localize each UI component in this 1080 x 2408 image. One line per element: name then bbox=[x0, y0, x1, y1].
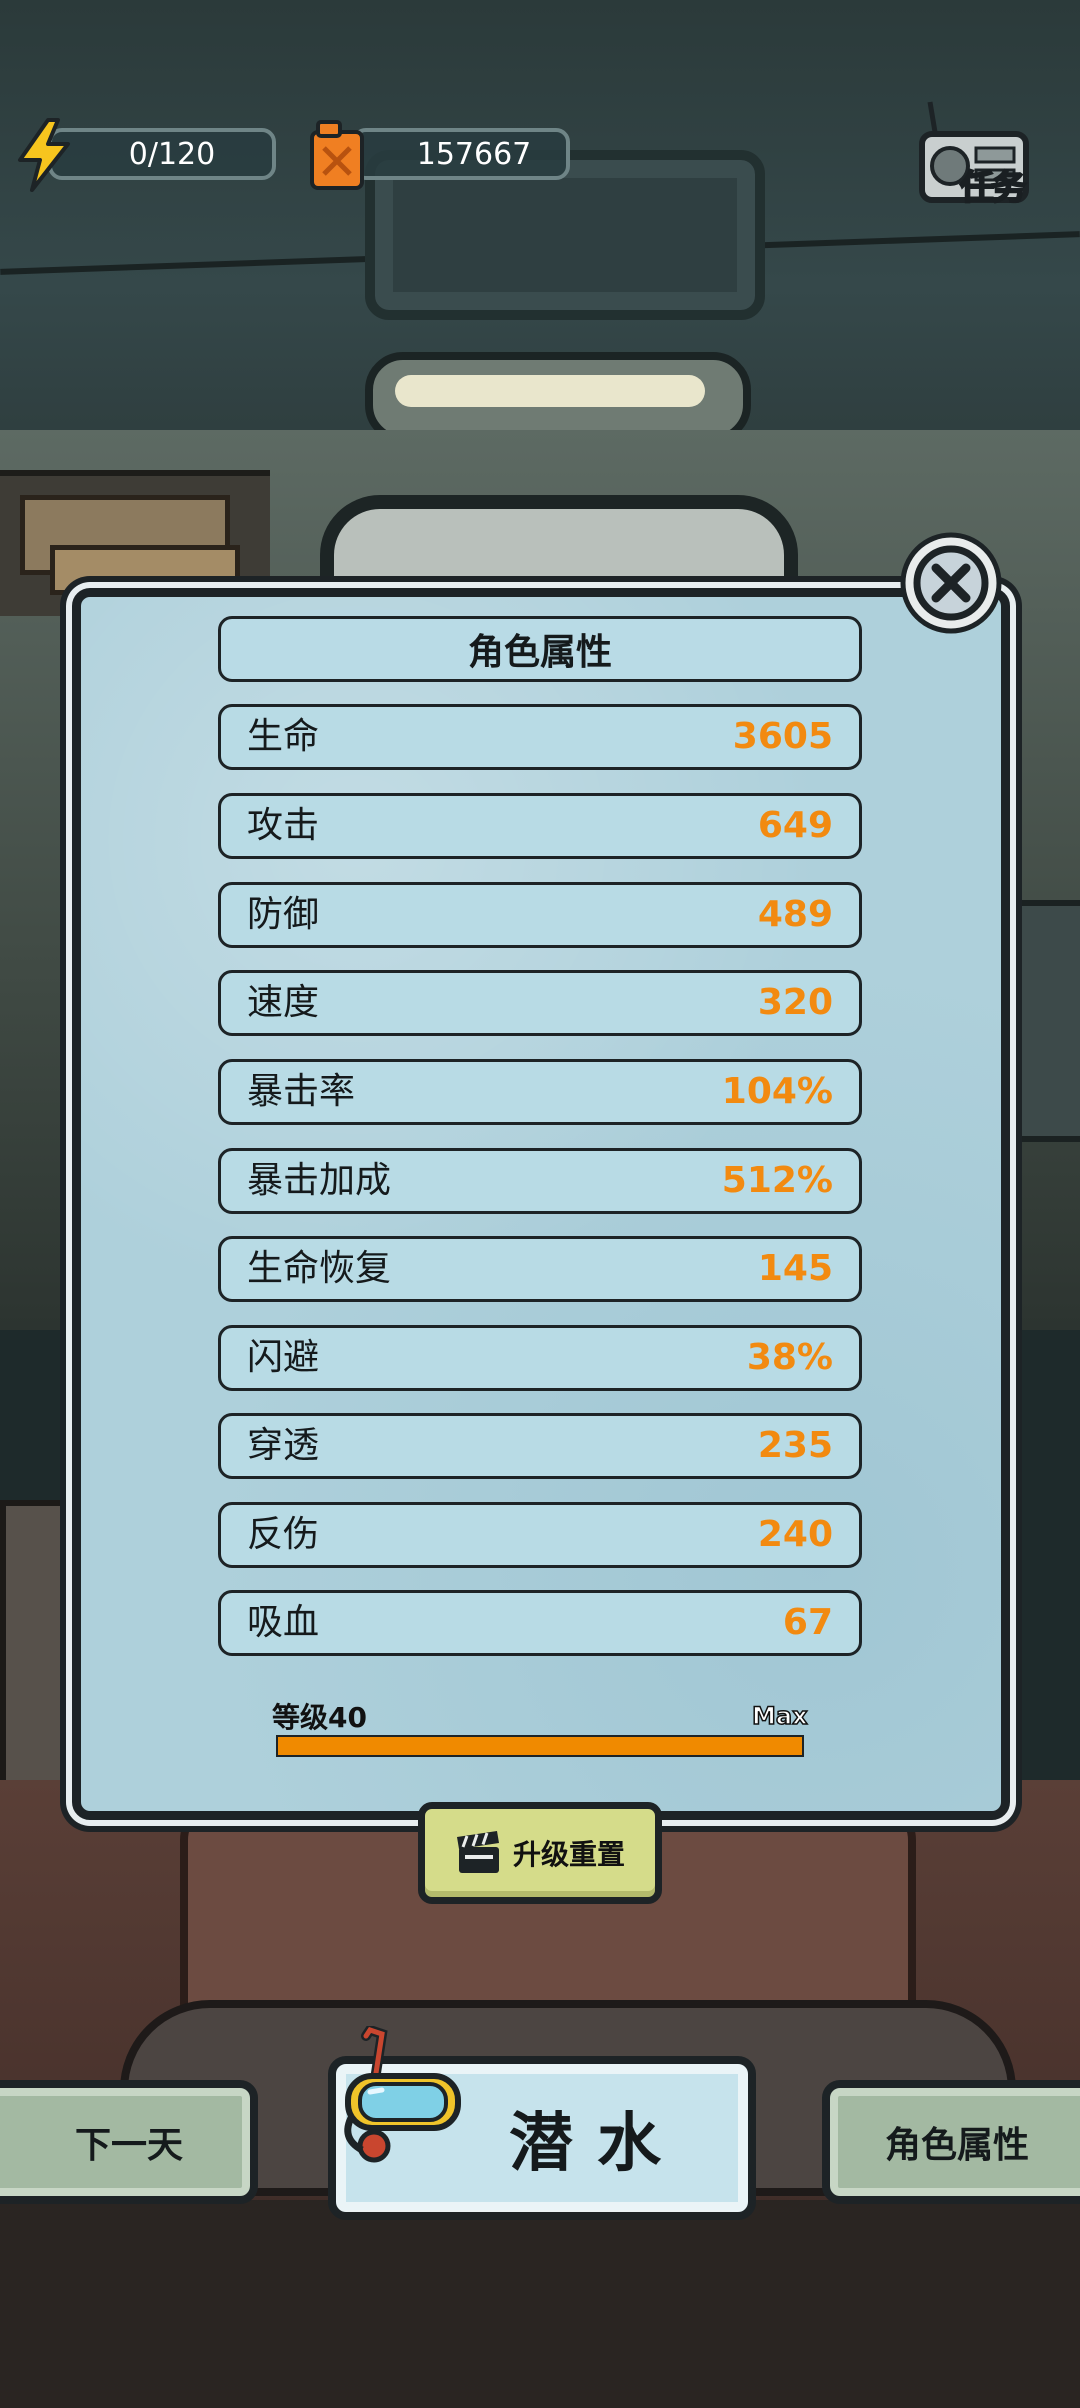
stat-name: 速度 bbox=[247, 982, 320, 1023]
fuel-value: 157667 bbox=[416, 136, 532, 172]
panel-title: 角色属性 bbox=[218, 616, 862, 682]
level-label: 等级40 bbox=[272, 1701, 367, 1734]
stat-row: 生命 3605 bbox=[218, 704, 862, 770]
upgrade-reset-button[interactable]: 升级重置 bbox=[418, 1802, 662, 1904]
level-progress-fill bbox=[278, 1737, 802, 1755]
stat-row: 闪避 38% bbox=[218, 1325, 862, 1391]
energy-counter: 0/120 bbox=[48, 128, 276, 180]
stat-value: 489 bbox=[757, 894, 833, 935]
stat-row: 暴击加成 512% bbox=[218, 1148, 862, 1214]
bolt-icon bbox=[18, 118, 70, 192]
stat-name: 闪避 bbox=[247, 1337, 320, 1378]
next-day-label: 下一天 bbox=[74, 2125, 183, 2166]
stat-name: 暴击加成 bbox=[247, 1160, 392, 1201]
stat-row: 暴击率 104% bbox=[218, 1059, 862, 1125]
stat-name: 生命 bbox=[247, 716, 320, 757]
fuel-counter: 157667 bbox=[352, 128, 570, 180]
next-day-button[interactable]: 下一天 bbox=[0, 2080, 258, 2204]
close-button[interactable] bbox=[898, 530, 1004, 636]
stat-name: 攻击 bbox=[247, 805, 320, 846]
stat-value: 235 bbox=[757, 1425, 833, 1466]
stat-name: 反伤 bbox=[247, 1514, 320, 1555]
stat-value: 3605 bbox=[732, 716, 833, 757]
dive-label: 潜水 bbox=[509, 2107, 685, 2181]
stat-value: 67 bbox=[782, 1602, 833, 1643]
stat-row: 速度 320 bbox=[218, 970, 862, 1036]
stat-name: 暴击率 bbox=[247, 1071, 356, 1112]
diving-mask-icon bbox=[344, 2026, 461, 2163]
stat-value: 649 bbox=[757, 805, 833, 846]
stat-row: 攻击 649 bbox=[218, 793, 862, 859]
stat-row: 吸血 67 bbox=[218, 1590, 862, 1656]
stat-value: 320 bbox=[757, 982, 833, 1023]
stat-name: 防御 bbox=[247, 894, 320, 935]
stat-row: 反伤 240 bbox=[218, 1502, 862, 1568]
upgrade-reset-label: 升级重置 bbox=[512, 1838, 625, 1871]
stat-name: 吸血 bbox=[247, 1602, 320, 1643]
stat-name: 穿透 bbox=[247, 1425, 320, 1466]
stat-name: 生命恢复 bbox=[247, 1248, 392, 1289]
max-label: Max bbox=[751, 1701, 808, 1731]
stat-value: 38% bbox=[746, 1337, 833, 1378]
clapperboard-icon bbox=[456, 1831, 499, 1873]
task-label: 任务 bbox=[959, 167, 1027, 209]
stat-row: 生命恢复 145 bbox=[218, 1236, 862, 1302]
stat-row: 穿透 235 bbox=[218, 1413, 862, 1479]
energy-value: 0/120 bbox=[128, 136, 216, 172]
close-icon bbox=[900, 532, 1002, 634]
fuel-can-icon bbox=[310, 120, 364, 190]
stat-value: 104% bbox=[721, 1071, 833, 1112]
stat-value: 145 bbox=[757, 1248, 833, 1289]
character-attributes-label: 角色属性 bbox=[884, 2125, 1029, 2166]
floor-shadow bbox=[0, 2200, 1080, 2408]
stat-value: 240 bbox=[757, 1514, 833, 1555]
character-attributes-button[interactable]: 角色属性 bbox=[822, 2080, 1080, 2204]
stat-value: 512% bbox=[721, 1160, 833, 1201]
level-progress-bar bbox=[276, 1735, 804, 1757]
lamp-glow bbox=[395, 375, 705, 407]
stat-row: 防御 489 bbox=[218, 882, 862, 948]
